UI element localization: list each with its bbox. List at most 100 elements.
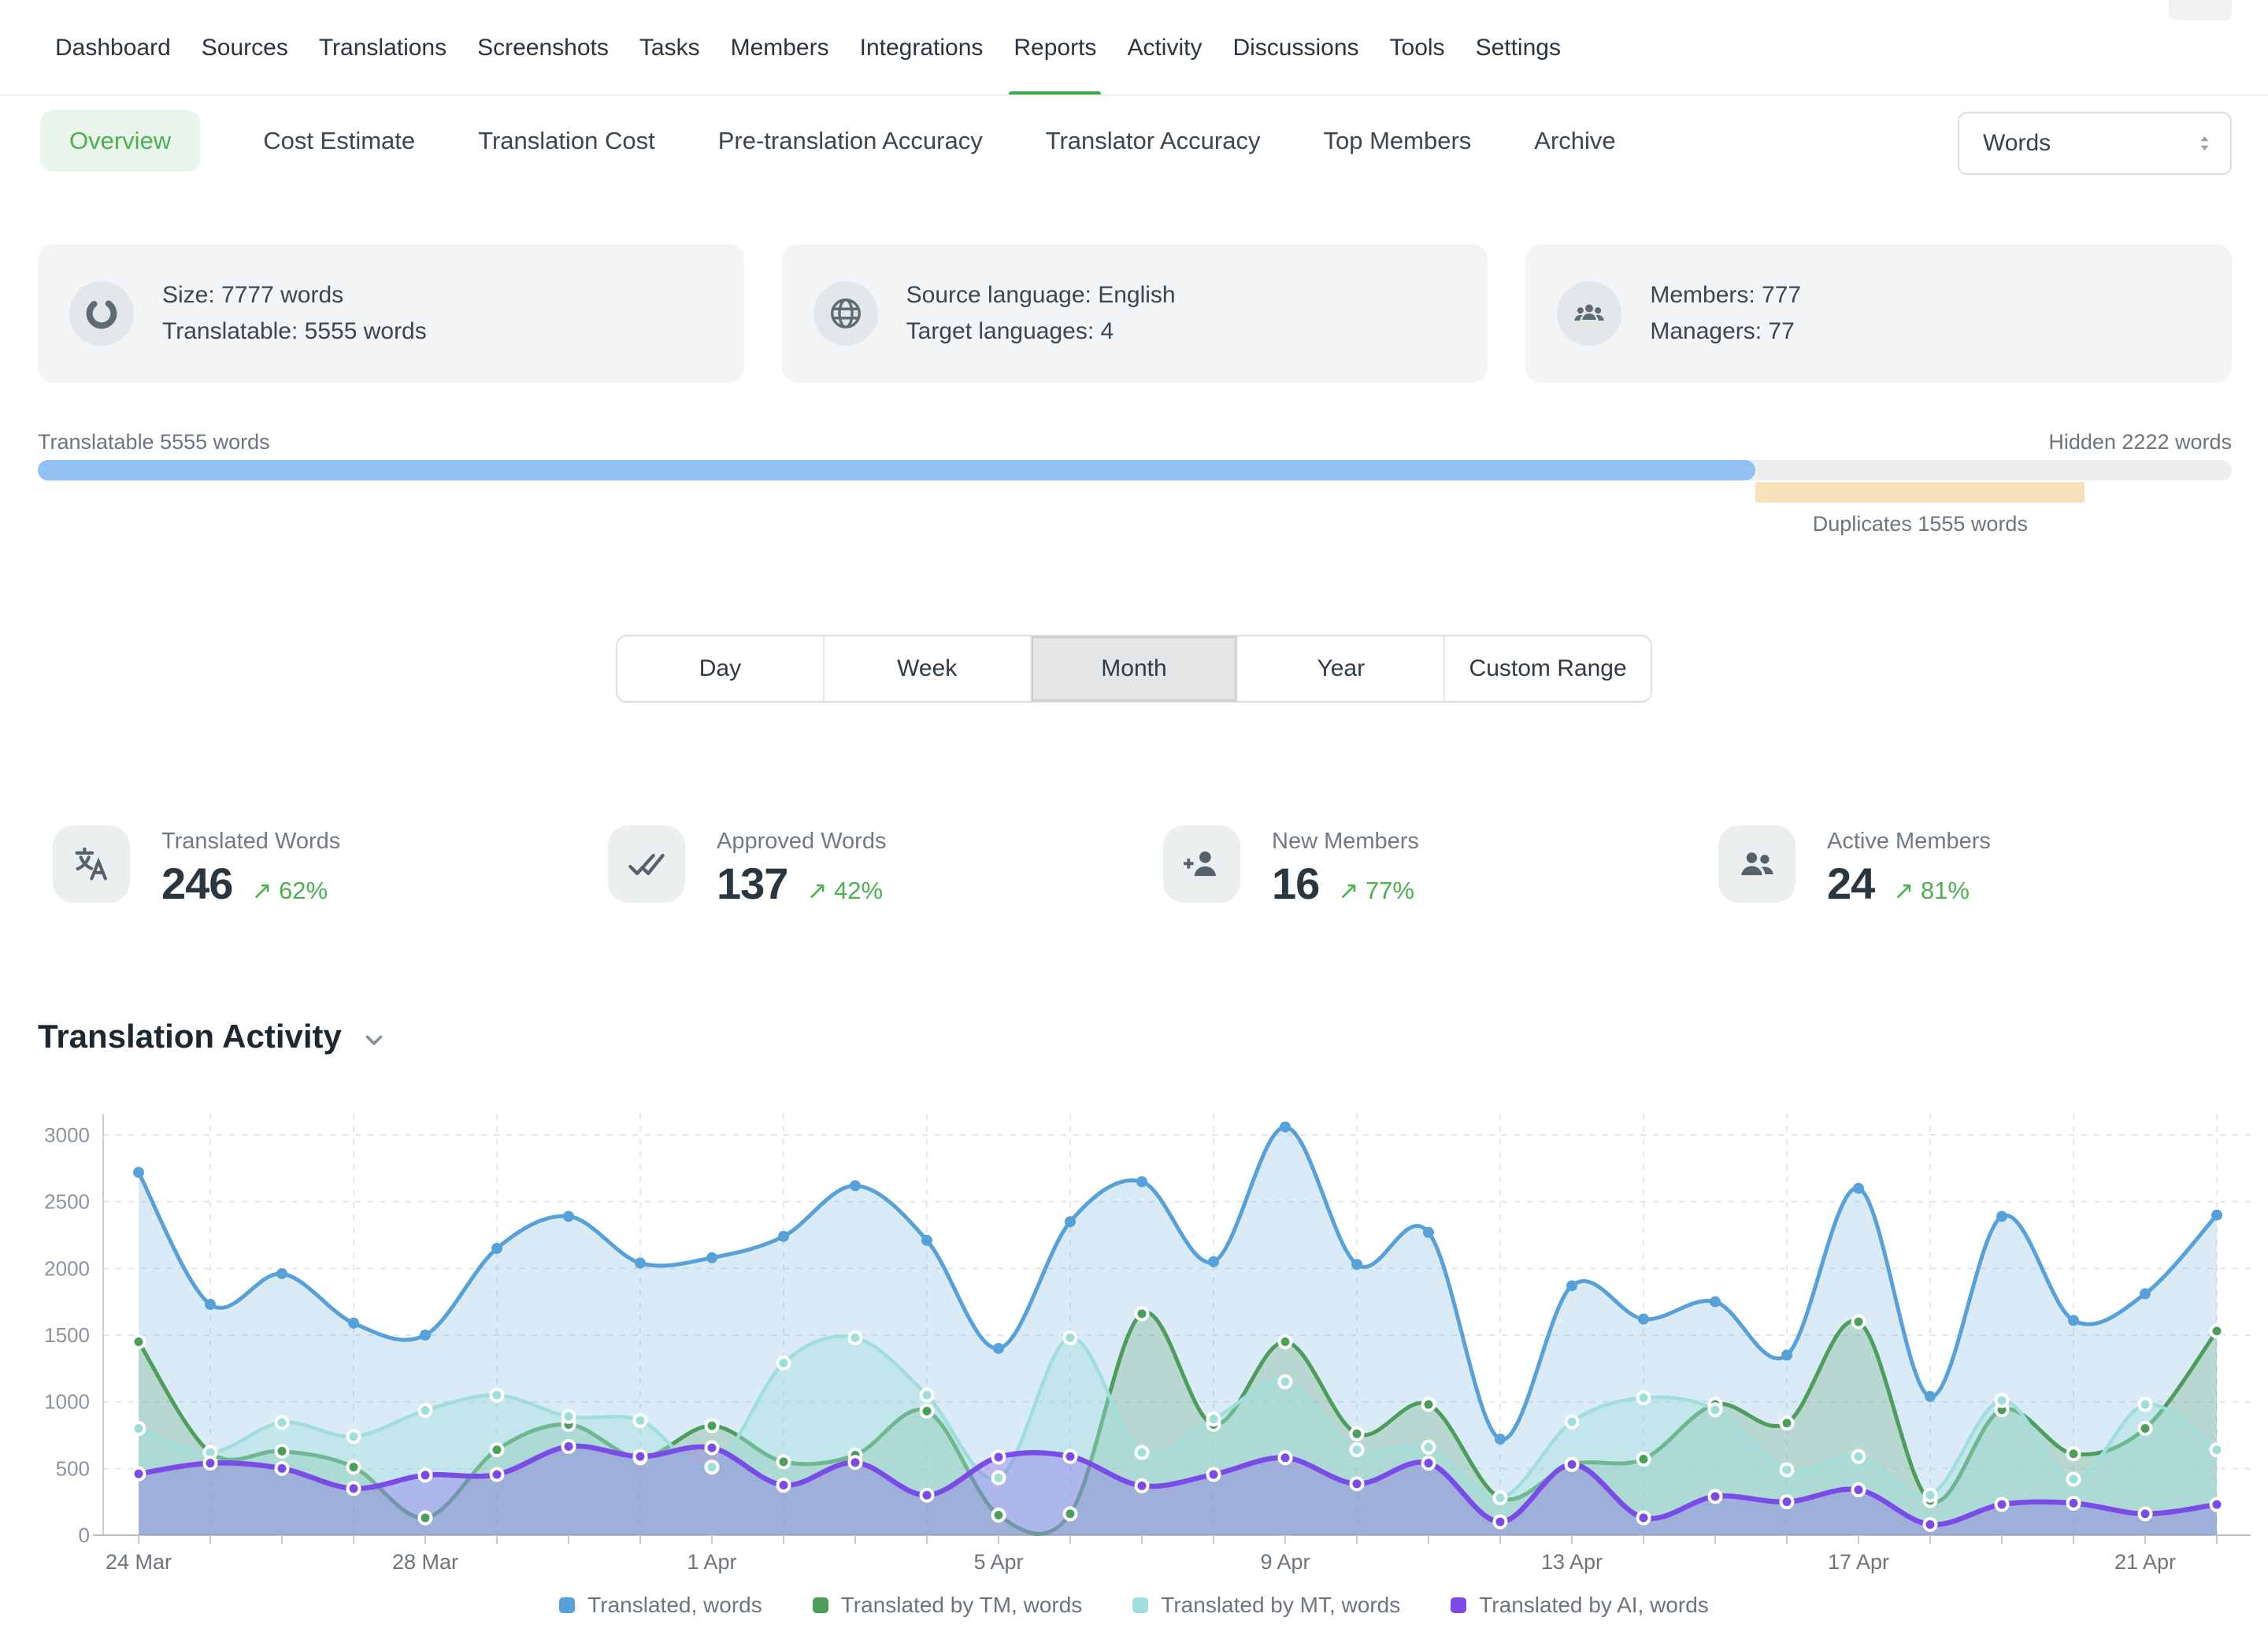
range-button-custom-range[interactable]: Custom Range — [1443, 636, 1651, 701]
nav-item-integrations[interactable]: Integrations — [860, 0, 984, 96]
tab-pre-translation-accuracy[interactable]: Pre-translation Accuracy — [718, 127, 983, 155]
legend-label: Translated by AI, words — [1479, 1593, 1709, 1618]
data-point — [1853, 1484, 1865, 1496]
double-check-icon — [608, 825, 685, 903]
data-point — [1208, 1413, 1220, 1425]
nav-item-dashboard[interactable]: Dashboard — [55, 0, 171, 96]
tab-archive[interactable]: Archive — [1534, 127, 1615, 155]
data-point — [635, 1451, 647, 1463]
y-axis-tick-label: 2500 — [44, 1190, 90, 1214]
metric-delta: ↗ 62% — [251, 877, 328, 905]
data-point — [205, 1457, 217, 1469]
data-point — [1566, 1416, 1578, 1428]
tab-top-members[interactable]: Top Members — [1323, 127, 1471, 155]
data-point — [1065, 1216, 1076, 1227]
nav-item-tools[interactable]: Tools — [1390, 0, 1445, 96]
donut-icon — [69, 281, 134, 346]
data-point — [133, 1167, 144, 1178]
data-point — [491, 1468, 503, 1480]
data-point — [1495, 1492, 1506, 1504]
nav-item-screenshots[interactable]: Screenshots — [477, 0, 609, 96]
data-point — [1136, 1447, 1148, 1459]
people-group-icon — [1557, 281, 1621, 346]
range-button-month[interactable]: Month — [1030, 636, 1237, 701]
legend-item-translated-by-tm-words[interactable]: Translated by TM, words — [813, 1593, 1083, 1618]
tab-translation-cost[interactable]: Translation Cost — [478, 127, 655, 155]
legend-label: Translated by MT, words — [1161, 1593, 1400, 1618]
nav-item-translations[interactable]: Translations — [319, 0, 447, 96]
data-point — [1136, 1308, 1148, 1319]
y-axis-tick-label: 3000 — [44, 1123, 90, 1147]
nav-item-reports[interactable]: Reports — [1014, 0, 1096, 96]
data-point — [2140, 1289, 2151, 1300]
data-point — [2211, 1325, 2223, 1337]
data-point — [1351, 1444, 1363, 1456]
report-tabs: Overview Cost Estimate Translation Cost Pre… — [40, 110, 1616, 172]
data-point — [1423, 1227, 1434, 1238]
summary-card-line: Source language: English — [906, 277, 1176, 313]
translation-activity-chart: 05001000150020002500300024 Mar28 Mar1 Ap… — [0, 1079, 2268, 1590]
nav-item-sources[interactable]: Sources — [202, 0, 288, 96]
metric-translated-words: Translated Words246↗ 62% — [53, 825, 608, 909]
data-point — [1710, 1490, 1721, 1502]
unit-select[interactable]: Words — [1958, 112, 2232, 175]
translatable-label: Translatable 5555 words — [38, 430, 270, 454]
data-point — [2140, 1423, 2151, 1434]
nav-item-settings[interactable]: Settings — [1476, 0, 1561, 96]
summary-card-0: Size: 7777 wordsTranslatable: 5555 words — [38, 244, 744, 383]
data-point — [1208, 1468, 1220, 1480]
tab-overview[interactable]: Overview — [40, 110, 200, 172]
legend-item-translated-words[interactable]: Translated, words — [559, 1593, 762, 1618]
y-axis-tick-label: 1500 — [44, 1323, 90, 1347]
nav-item-discussions[interactable]: Discussions — [1232, 0, 1358, 96]
data-point — [1280, 1452, 1292, 1463]
data-point — [706, 1442, 718, 1454]
date-range-segmented-control: DayWeekMonthYearCustom Range — [616, 635, 1652, 703]
tab-translator-accuracy[interactable]: Translator Accuracy — [1046, 127, 1261, 155]
range-button-year[interactable]: Year — [1236, 636, 1443, 701]
data-point — [491, 1243, 502, 1254]
data-point — [1423, 1457, 1435, 1469]
data-point — [2068, 1473, 2080, 1485]
data-point — [420, 1404, 432, 1416]
range-button-day[interactable]: Day — [617, 636, 823, 701]
data-point — [993, 1451, 1005, 1463]
legend-item-translated-by-ai-words[interactable]: Translated by AI, words — [1451, 1593, 1709, 1618]
data-point — [1710, 1296, 1721, 1308]
metric-new-members: New Members16↗ 77% — [1163, 825, 1718, 909]
data-point — [133, 1336, 145, 1348]
chevron-down-icon[interactable] — [361, 1026, 387, 1053]
data-point — [1638, 1453, 1650, 1465]
y-axis-tick-label: 0 — [79, 1523, 90, 1547]
metric-delta: ↗ 81% — [1893, 877, 1970, 905]
nav-item-tasks[interactable]: Tasks — [639, 0, 700, 96]
summary-card-2: Members: 777Managers: 77 — [1525, 244, 2232, 383]
duplicates-bar — [1755, 482, 2085, 503]
data-point — [348, 1430, 360, 1442]
metric-delta: ↗ 77% — [1338, 877, 1414, 905]
chart-legend: Translated, words Translated by TM, words… — [0, 1593, 2268, 1618]
section-title-row: Translation Activity — [38, 1018, 387, 1055]
metric-value: 246 — [161, 858, 232, 909]
data-point — [635, 1415, 647, 1426]
legend-swatch — [1132, 1597, 1148, 1613]
legend-item-translated-by-mt-words[interactable]: Translated by MT, words — [1132, 1593, 1400, 1618]
section-title: Translation Activity — [38, 1018, 342, 1055]
data-point — [491, 1389, 503, 1401]
metric-approved-words: Approved Words137↗ 42% — [608, 825, 1163, 909]
metric-value: 24 — [1827, 858, 1874, 909]
data-point — [420, 1469, 432, 1481]
data-point — [993, 1472, 1005, 1484]
nav-divider — [0, 95, 2268, 96]
data-point — [1710, 1404, 1721, 1415]
range-button-week[interactable]: Week — [823, 636, 1030, 701]
hidden-label: Hidden 2222 words — [2048, 430, 2232, 454]
data-point — [491, 1444, 503, 1456]
nav-item-activity[interactable]: Activity — [1127, 0, 1202, 96]
tab-cost-estimate[interactable]: Cost Estimate — [263, 127, 415, 155]
data-point — [706, 1252, 717, 1263]
summary-card-line: Members: 777 — [1650, 277, 1801, 313]
nav-item-members[interactable]: Members — [731, 0, 829, 96]
unit-select-value: Words — [1983, 130, 2051, 157]
metric-delta: ↗ 42% — [806, 877, 883, 905]
